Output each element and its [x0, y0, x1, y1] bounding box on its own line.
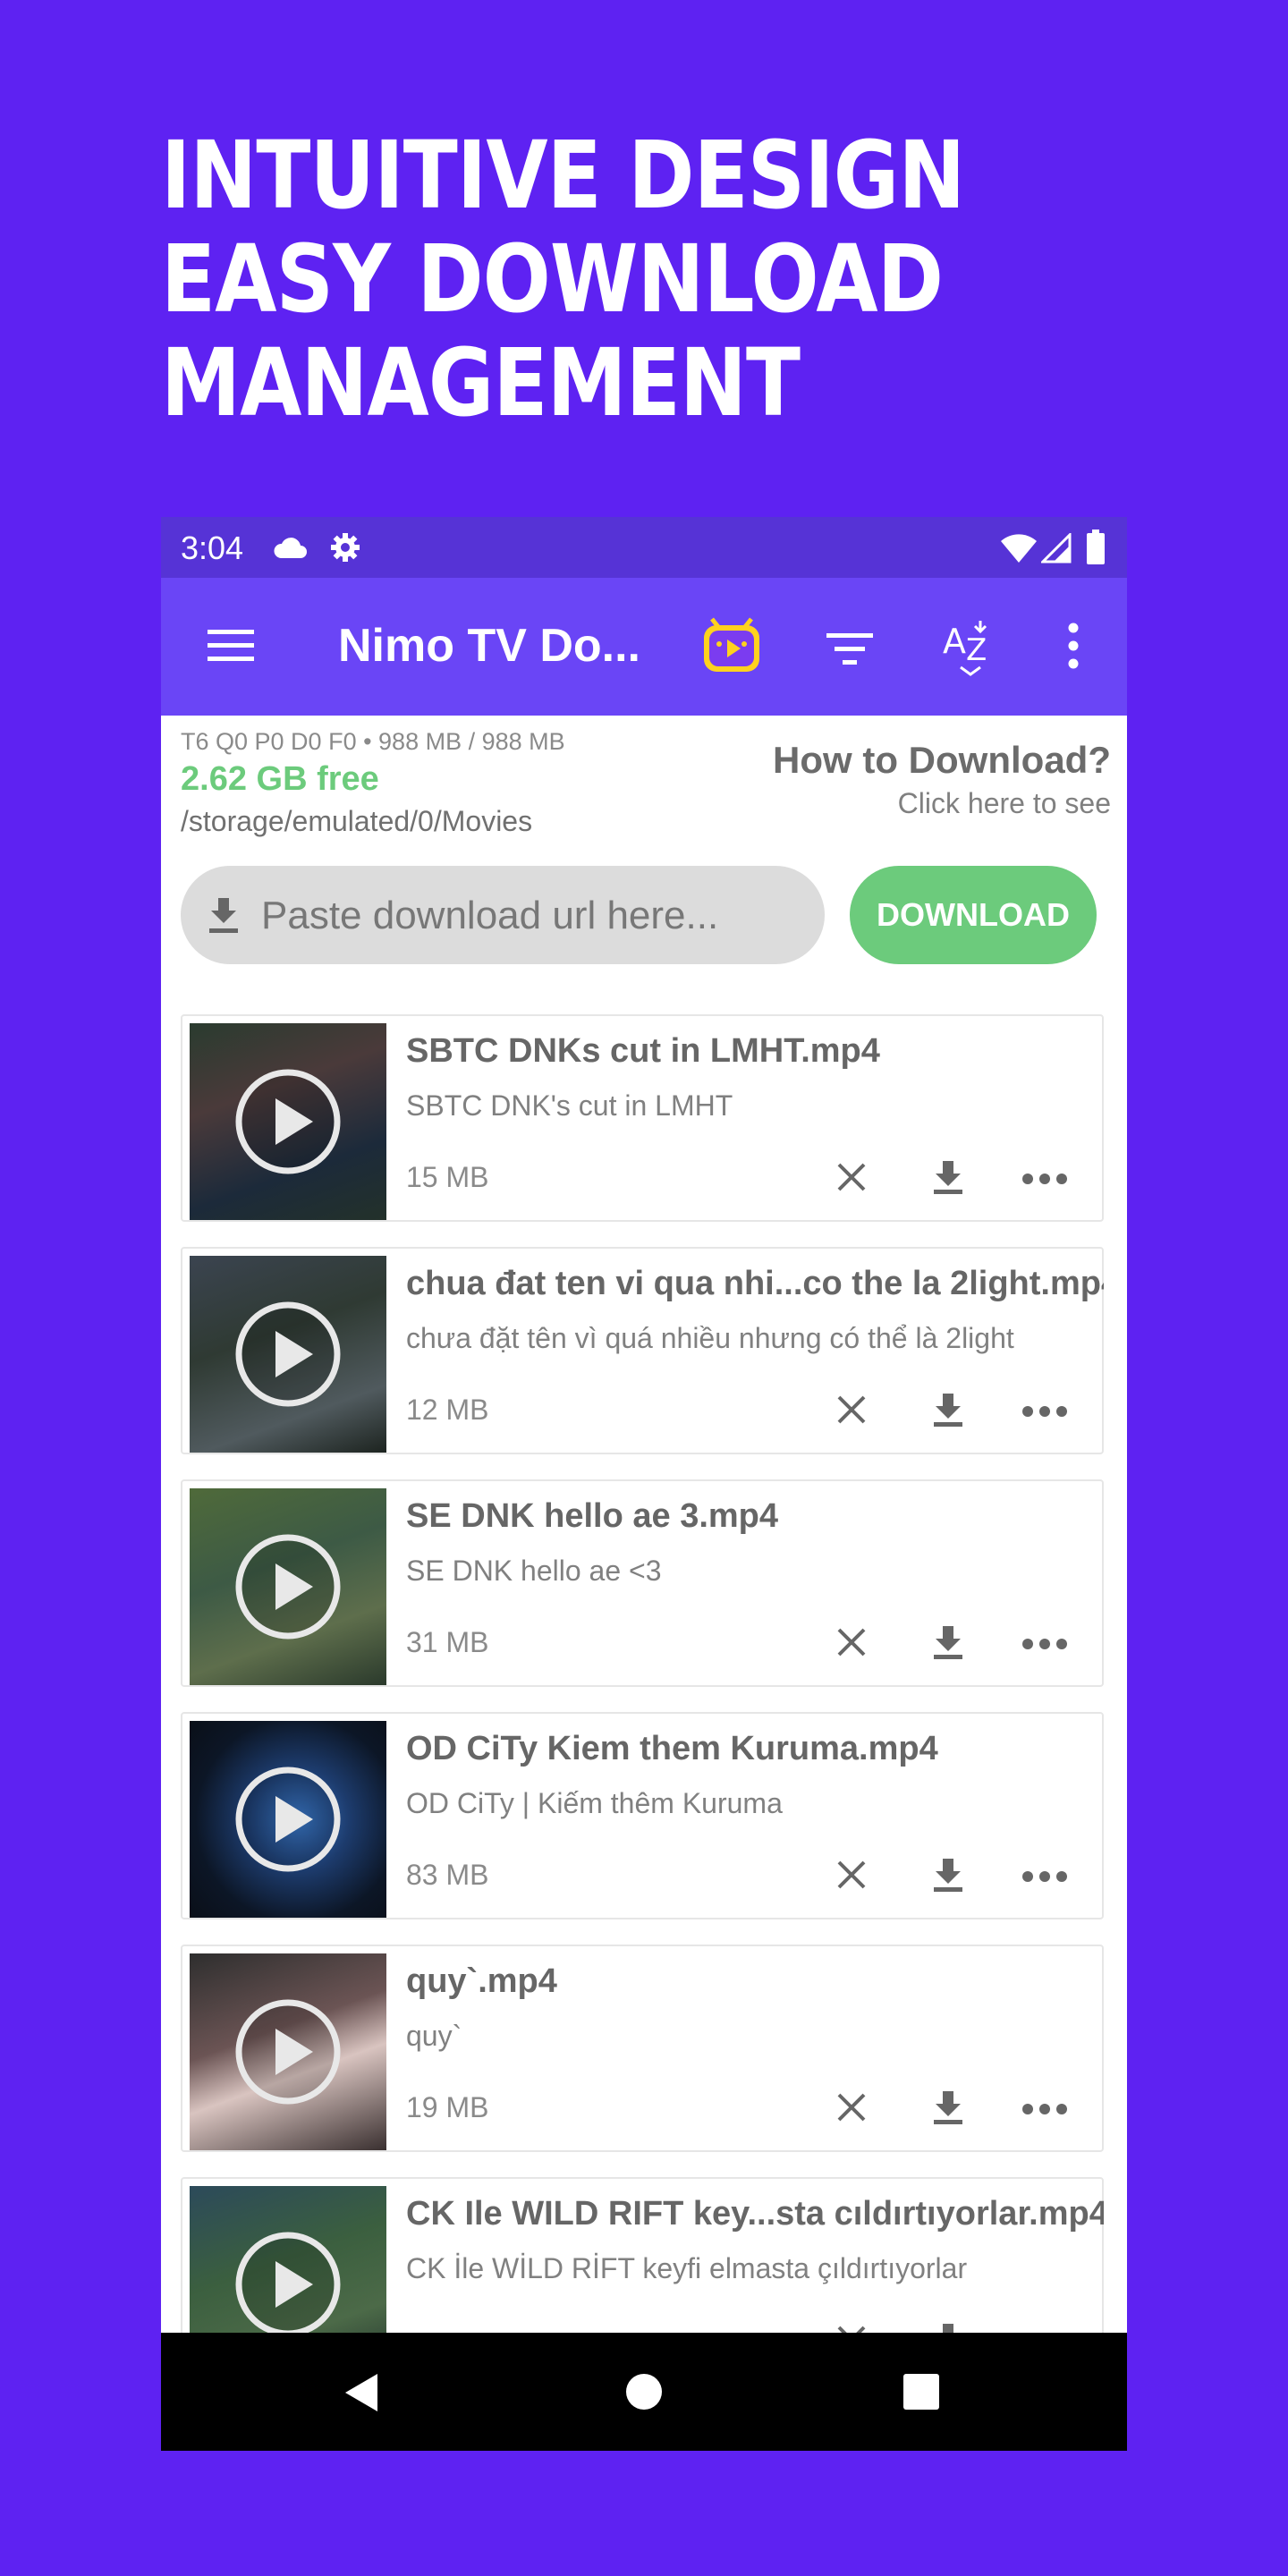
recents-icon[interactable]: [903, 2374, 939, 2410]
nimo-tv-icon[interactable]: [701, 617, 762, 676]
sort-az-icon[interactable]: A Z: [943, 617, 998, 676]
headline-line-1: INTUITIVE DESIGN: [161, 121, 965, 230]
item-size: 83 MB: [406, 1859, 489, 1891]
cancel-icon[interactable]: [834, 1159, 869, 1195]
download-icon[interactable]: [930, 1857, 966, 1893]
battery-icon: [1087, 530, 1105, 564]
play-icon[interactable]: [233, 1996, 343, 2107]
url-input[interactable]: [259, 866, 800, 966]
item-subtitle: CK İle WİLD RİFT keyfi elmasta çıldırtıy…: [406, 2252, 968, 2284]
how-to-download-sub[interactable]: Click here to see: [898, 787, 1111, 820]
cancel-icon[interactable]: [834, 1857, 869, 1893]
svg-text:A: A: [943, 622, 966, 661]
download-stats: T6 Q0 P0 D0 F0 • 988 MB / 988 MB: [181, 728, 565, 755]
more-horiz-icon[interactable]: [1021, 2089, 1068, 2125]
item-subtitle: chưa đặt tên vì quá nhiều nhưng có thể l…: [406, 1322, 1014, 1354]
status-time: 3:04: [181, 530, 244, 566]
menu-icon[interactable]: [208, 626, 254, 665]
cancel-icon[interactable]: [834, 2089, 869, 2125]
download-item[interactable]: SE DNK hello ae 3.mp4 SE DNK hello ae <3…: [181, 1479, 1104, 1687]
system-nav-bar: [161, 2333, 1127, 2451]
status-bar: 3:04: [161, 517, 1127, 578]
more-vert-icon[interactable]: [1066, 623, 1080, 669]
cloud-icon: [274, 538, 307, 558]
item-title: CK Ile WILD RIFT key...sta cıldırtıyorla…: [406, 2195, 1104, 2233]
cancel-icon[interactable]: [834, 1392, 869, 1428]
how-to-download-link[interactable]: How to Download?: [773, 739, 1111, 782]
download-item[interactable]: quy`.mp4 quy` 19 MB: [181, 1945, 1104, 2152]
item-subtitle: SE DNK hello ae <3: [406, 1555, 662, 1587]
wifi-icon: [1001, 534, 1037, 563]
phone-screen: 3:04 Nimo TV Do... A Z T6 Q0 P0 D0 F0 • …: [161, 517, 1127, 2451]
item-subtitle: SBTC DNK's cut in LMHT: [406, 1089, 733, 1122]
item-size: 15 MB: [406, 1161, 489, 1193]
download-icon[interactable]: [930, 1159, 966, 1195]
cancel-icon[interactable]: [834, 1624, 869, 1660]
url-input-box[interactable]: [181, 866, 825, 966]
item-size: 31 MB: [406, 1626, 489, 1658]
home-icon[interactable]: [626, 2374, 662, 2410]
play-icon[interactable]: [233, 1531, 343, 1642]
back-icon[interactable]: [342, 2372, 381, 2413]
play-icon[interactable]: [233, 1764, 343, 1875]
item-title: OD CiTy Kiem them Kuruma.mp4: [406, 1730, 938, 1767]
video-thumbnail[interactable]: [190, 1256, 386, 1453]
item-title: SE DNK hello ae 3.mp4: [406, 1497, 779, 1535]
video-thumbnail[interactable]: [190, 1721, 386, 1918]
item-title: chua đat ten vi qua nhi...co the la 2lig…: [406, 1265, 1104, 1302]
play-icon[interactable]: [233, 2229, 343, 2340]
download-button[interactable]: DOWNLOAD: [850, 866, 1097, 964]
download-item[interactable]: OD CiTy Kiem them Kuruma.mp4 OD CiTy | K…: [181, 1712, 1104, 1919]
item-subtitle: OD CiTy | Kiếm thêm Kuruma: [406, 1787, 783, 1819]
free-space: 2.62 GB free: [181, 760, 379, 798]
video-thumbnail[interactable]: [190, 1488, 386, 1685]
more-horiz-icon[interactable]: [1021, 1624, 1068, 1660]
item-title: quy`.mp4: [406, 1962, 557, 2000]
play-icon[interactable]: [233, 1299, 343, 1410]
play-icon[interactable]: [233, 1066, 343, 1177]
more-horiz-icon[interactable]: [1021, 1392, 1068, 1428]
video-thumbnail[interactable]: [190, 1023, 386, 1220]
signal-icon: [1041, 533, 1072, 564]
download-arrow-icon: [209, 898, 238, 933]
headline-line-2: EASY DOWNLOAD: [161, 225, 944, 334]
download-item[interactable]: chua đat ten vi qua nhi...co the la 2lig…: [181, 1247, 1104, 1454]
item-size: 12 MB: [406, 1394, 489, 1426]
more-horiz-icon[interactable]: [1021, 1857, 1068, 1893]
gear-icon: [331, 533, 360, 562]
svg-text:Z: Z: [966, 632, 987, 668]
item-subtitle: quy`: [406, 2020, 462, 2052]
item-title: SBTC DNKs cut in LMHT.mp4: [406, 1032, 880, 1070]
download-icon[interactable]: [930, 1392, 966, 1428]
app-title: Nimo TV Do...: [338, 620, 640, 672]
download-icon[interactable]: [930, 2089, 966, 2125]
headline-line-3: MANAGEMENT: [161, 328, 801, 437]
filter-icon[interactable]: [826, 631, 873, 667]
video-thumbnail[interactable]: [190, 1953, 386, 2150]
item-size: 19 MB: [406, 2091, 489, 2123]
more-horiz-icon[interactable]: [1021, 1159, 1068, 1195]
storage-path[interactable]: /storage/emulated/0/Movies: [181, 805, 532, 838]
download-icon[interactable]: [930, 1624, 966, 1660]
download-item[interactable]: SBTC DNKs cut in LMHT.mp4 SBTC DNK's cut…: [181, 1014, 1104, 1222]
app-bar: Nimo TV Do... A Z: [161, 578, 1127, 716]
headline: INTUITIVE DESIGN EASY DOWNLOAD MANAGEMEN…: [161, 121, 965, 437]
